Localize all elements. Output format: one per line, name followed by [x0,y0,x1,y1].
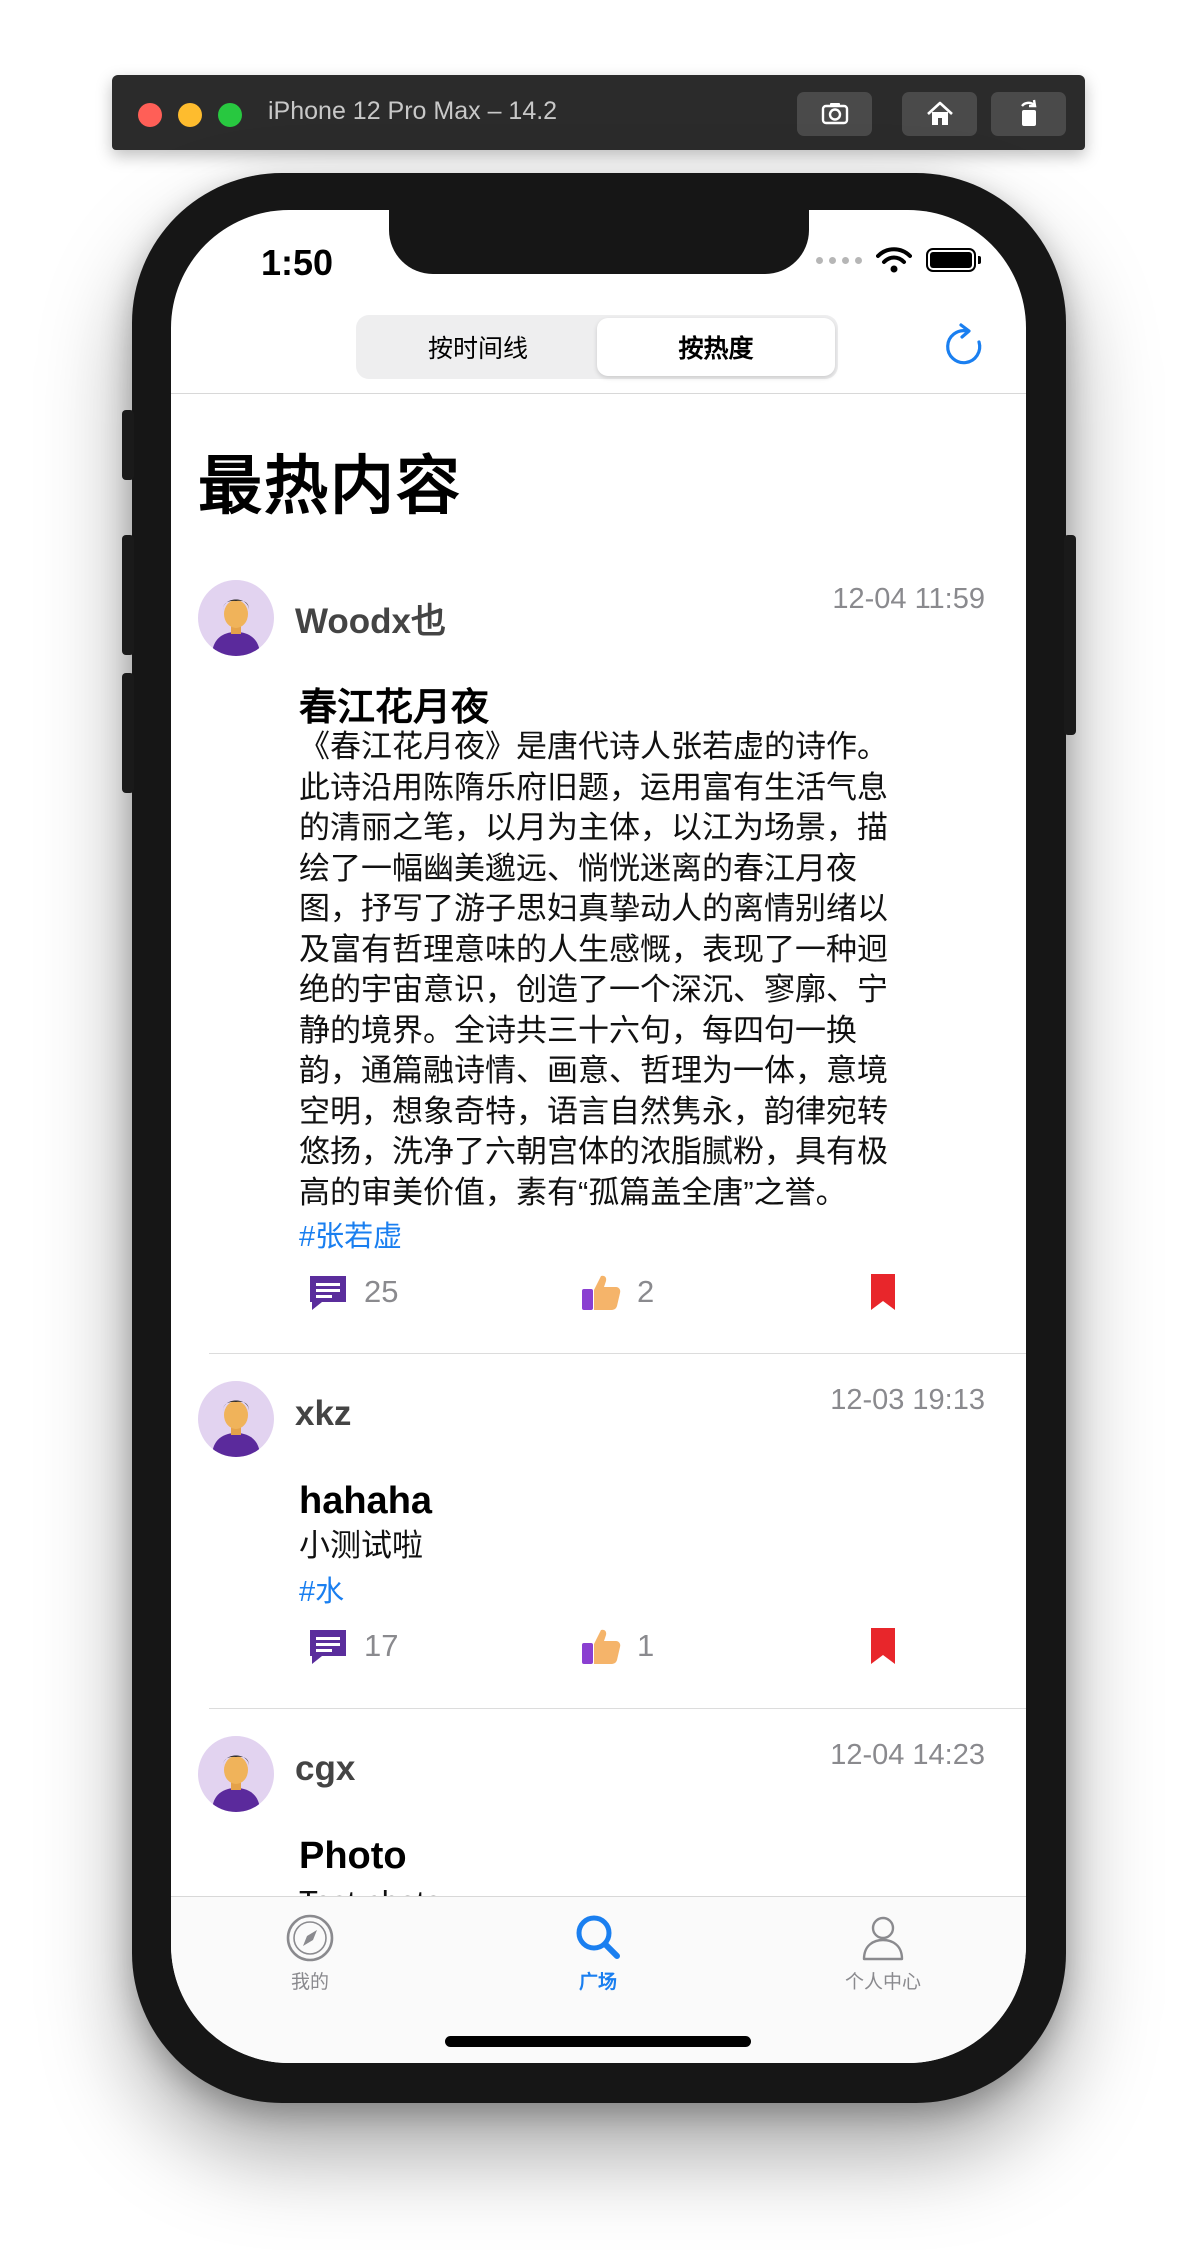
rotate-button[interactable] [991,92,1066,136]
post-divider [209,1353,1026,1354]
thumbs-up-icon [582,1629,621,1664]
user-avatar-icon [212,599,260,656]
post-divider [209,1708,1026,1709]
post-username[interactable]: cgx [295,1749,355,1789]
post-username[interactable]: Woodx也 [295,593,446,644]
like-count: 2 [637,1274,655,1309]
minimize-window-button[interactable] [178,103,202,127]
simulator-title: iPhone 12 Pro Max – 14.2 [268,97,558,125]
post-timestamp: 12-04 11:59 [832,583,985,615]
segment-timeline[interactable]: 按时间线 [359,318,597,376]
comment-button[interactable]: 17 [306,1624,398,1668]
tab-label: 个人中心 [844,1972,921,1993]
mute-switch [122,410,134,480]
post-body-line: 绘了一幅幽美邈远、惝恍迷离的春江月夜 [299,850,857,886]
home-icon [926,101,953,125]
status-time: 1:50 [261,242,334,283]
post-username[interactable]: xkz [295,1394,351,1434]
person-icon [862,1916,904,1961]
bookmark-icon [871,1274,895,1310]
comment-count: 25 [364,1274,399,1309]
screenshot-button[interactable] [797,92,872,136]
power-button [1064,535,1076,735]
tab-profile[interactable]: 个人中心 [803,1911,963,1994]
bookmark-button[interactable] [861,1624,905,1668]
page-title: 最热内容 [198,450,462,522]
volume-up-button [122,535,134,655]
battery-icon [926,248,981,272]
post-timestamp: 12-03 19:13 [830,1384,985,1416]
home-button[interactable] [902,92,977,136]
post-body-line: 高的审美价值，素有“孤篇盖全唐”之誉。 [299,1174,847,1210]
like-button[interactable]: 1 [579,1624,654,1668]
volume-down-button [122,673,134,793]
tab-label: 我的 [290,1972,329,1993]
signal-icon [816,256,862,264]
post-body-line: 悠扬，洗净了六朝宫体的浓脂腻粉，具有极 [299,1134,888,1169]
zoom-window-button[interactable] [218,103,242,127]
simulator-title-bar: iPhone 12 Pro Max – 14.2 [112,75,1085,150]
bookmark-icon [871,1628,895,1664]
post-body-line: 韵，通篇融诗情、画意、哲理为一体，意境 [299,1053,888,1088]
status-indicators [816,246,981,274]
tab-label: 广场 [578,1972,617,1993]
rotate-icon [1020,99,1036,126]
notch [389,210,809,274]
post-timestamp: 12-04 14:23 [830,1739,985,1771]
comment-button[interactable]: 25 [306,1270,398,1314]
camera-icon [821,103,848,125]
post-tag[interactable]: #水 [299,1568,344,1610]
search-icon [576,1915,620,1959]
sort-segmented-control: 按时间线 按热度 [356,315,838,379]
user-avatar-icon [212,1755,260,1812]
bookmark-button[interactable] [861,1270,905,1314]
wifi-icon [876,247,912,273]
comment-icon [310,1276,346,1310]
post-body: 小测试啦 [299,1526,979,1567]
segment-popularity[interactable]: 按热度 [597,318,835,376]
comment-count: 17 [364,1628,399,1663]
comment-icon [310,1630,346,1664]
post-body-line: 图，抒写了游子思妇真挚动人的离情别绪以 [299,891,888,926]
refresh-icon[interactable] [941,322,991,372]
thumbs-up-icon [582,1275,621,1310]
post-body-line: 《春江花月夜》是唐代诗人张若虚的诗作。 [299,729,888,764]
like-count: 1 [637,1628,655,1663]
avatar[interactable] [198,1736,274,1812]
tab-square[interactable]: 广场 [518,1911,678,1994]
post-body-line: 的清丽之笔，以月为主体，以江为场景，描 [299,810,888,845]
post-title: Photo [299,1835,407,1877]
post-title: hahaha [299,1480,433,1522]
compass-icon [286,1914,334,1962]
avatar[interactable] [198,580,274,656]
post-body-line: 静的境界。全诗共三十六句，每四句一换 [299,1012,857,1048]
phone-screen: 1:50 按时间线 按热度 最热内容 Woodx也 12-04 11:59 春江… [171,210,1026,2063]
post-body-line: 小测试啦 [299,1528,423,1563]
home-indicator[interactable] [445,2036,751,2047]
post-tag[interactable]: #张若虚 [299,1213,402,1255]
avatar[interactable] [198,1381,274,1457]
close-window-button[interactable] [138,103,162,127]
navbar-divider [171,393,1026,394]
post-body-line: 及富有哲理意味的人生感慨，表现了一种迥 [299,931,888,967]
post-body-line: 此诗沿用陈隋乐府旧题，运用富有生活气息 [299,769,888,805]
like-button[interactable]: 2 [579,1270,654,1314]
tab-mine[interactable]: 我的 [230,1911,390,1994]
post-body: 《春江花月夜》是唐代诗人张若虚的诗作。 此诗沿用陈隋乐府旧题，运用富有生活气息 … [299,727,979,1213]
post-body-line: 空明，想象奇特，语言自然隽永，韵律宛转 [299,1093,888,1129]
post-title: 春江花月夜 [299,687,490,729]
post-body-line: 绝的宇宙意识，创造了一个深沉、寥廓、宁 [299,972,888,1007]
user-avatar-icon [212,1400,260,1457]
